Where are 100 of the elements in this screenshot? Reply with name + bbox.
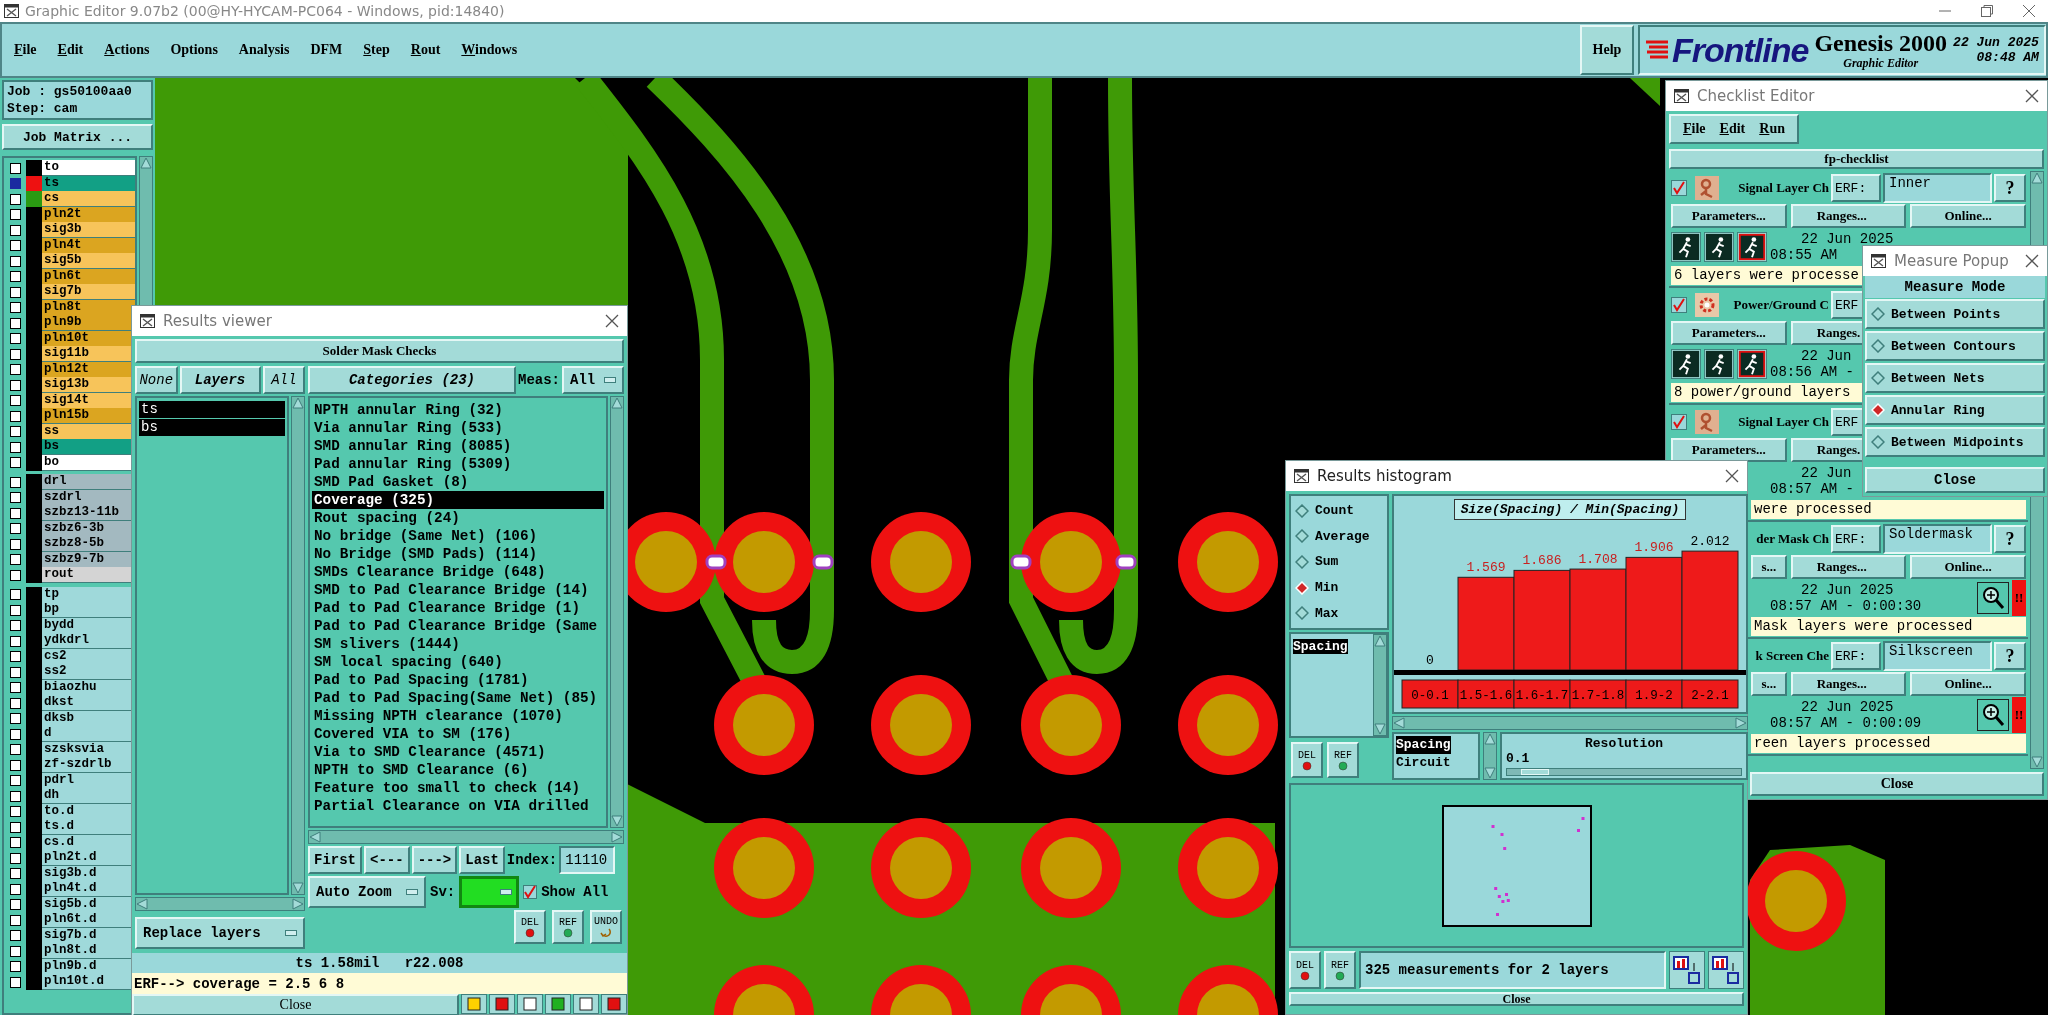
field-item[interactable]: Circuit	[1396, 754, 1451, 772]
layer-checkbox[interactable]	[9, 899, 21, 910]
layer-checkbox[interactable]	[9, 193, 21, 205]
layer-checkbox[interactable]	[9, 317, 21, 329]
check-button[interactable]: Parameters...	[1671, 321, 1787, 346]
category-item[interactable]: No Bridge (SMD Pads) (114)	[312, 545, 538, 563]
layer-checkbox[interactable]	[9, 554, 21, 565]
menu-item[interactable]: Edit	[1719, 121, 1746, 137]
radio-button[interactable]	[1295, 555, 1309, 569]
menu-item[interactable]: Step	[363, 42, 390, 58]
tool-icon[interactable]	[573, 994, 599, 1014]
check-button[interactable]: Ranges...	[1790, 672, 1907, 696]
layer-name[interactable]: sig5b	[42, 253, 135, 269]
menu-item[interactable]: Edit	[57, 42, 84, 58]
category-item[interactable]: SM local spacing (640)	[312, 653, 503, 671]
layer-checkbox[interactable]	[9, 224, 21, 236]
help-button[interactable]: ?	[1994, 642, 2026, 670]
arrow-icon[interactable]	[292, 898, 304, 910]
nav-button[interactable]: First	[308, 846, 362, 874]
erf-field[interactable]: Inner	[1883, 173, 1992, 203]
layer-checkbox[interactable]	[9, 255, 21, 267]
action-button[interactable]: UNDO	[590, 910, 622, 944]
zoom-icon[interactable]	[1977, 699, 2009, 731]
layer-checkbox[interactable]	[9, 852, 21, 864]
nav-button[interactable]: Last	[459, 846, 505, 874]
layer-checkbox[interactable]	[9, 395, 21, 406]
layer-checkbox[interactable]	[9, 837, 21, 848]
replace-layers-dropdown[interactable]: Replace layers	[135, 917, 305, 949]
running-figure-icon[interactable]	[1671, 232, 1701, 263]
radio-button[interactable]	[1295, 606, 1309, 621]
layer-item[interactable]: bs	[139, 419, 285, 436]
help-button[interactable]: Help	[1580, 25, 1634, 75]
layer-checkbox[interactable]	[9, 790, 21, 802]
arrow-icon[interactable]	[292, 397, 304, 409]
layer-checkbox[interactable]	[9, 538, 21, 550]
layer-name[interactable]: sig3b	[42, 222, 135, 238]
arrow-icon[interactable]	[611, 397, 623, 409]
category-item[interactable]: Pad annular Ring (5309)	[312, 455, 512, 473]
close-button[interactable]: Close	[1865, 467, 2045, 493]
check-button[interactable]: Ranges...	[1790, 204, 1907, 229]
menu-item[interactable]: File	[14, 42, 37, 58]
check-button[interactable]: Online...	[1910, 204, 2026, 229]
layer-checkbox[interactable]	[9, 682, 21, 693]
attribute-item[interactable]: Spacing	[1293, 639, 1348, 654]
close-icon[interactable]	[2025, 254, 2039, 268]
layer-checkbox[interactable]	[9, 914, 21, 926]
zoom-icon[interactable]	[1977, 582, 2009, 614]
category-item[interactable]: SMDs Clearance Bridge (648)	[312, 563, 546, 581]
field-item[interactable]: Spacing	[1396, 736, 1451, 754]
arrow-icon[interactable]	[1374, 723, 1386, 735]
scrollbar[interactable]	[1483, 732, 1497, 780]
category-item[interactable]: Rout spacing (24)	[312, 509, 460, 527]
radio-button[interactable]	[1871, 339, 1885, 353]
close-icon[interactable]	[2022, 4, 2036, 18]
arrow-icon[interactable]	[140, 157, 152, 169]
action-button[interactable]: REF	[1327, 742, 1359, 778]
category-item[interactable]: Covered VIA to SM (176)	[312, 725, 512, 743]
close-button[interactable]: Close	[1289, 992, 1744, 1006]
tool-icon[interactable]	[517, 994, 543, 1014]
menu-item[interactable]: Analysis	[238, 42, 290, 58]
action-button[interactable]: REF	[552, 910, 584, 944]
menu-item[interactable]: Options	[170, 42, 218, 58]
layer-checkbox[interactable]	[9, 271, 21, 282]
category-item[interactable]: No bridge (Same Net) (106)	[312, 527, 538, 545]
radio-button[interactable]	[1295, 529, 1309, 544]
running-figure-icon[interactable]	[1737, 349, 1767, 380]
layer-checkbox[interactable]	[9, 961, 21, 972]
arrow-icon[interactable]	[136, 898, 148, 910]
layer-checkbox[interactable]	[9, 635, 21, 647]
category-item[interactable]: Pad to Pad Spacing (1781)	[312, 671, 529, 689]
category-item[interactable]: SMD to Pad Clearance Bridge (14)	[312, 581, 589, 599]
category-item[interactable]: Via annular Ring (533)	[312, 419, 503, 437]
radio-button[interactable]	[1871, 435, 1885, 449]
scrollbar[interactable]	[135, 897, 305, 911]
check-button[interactable]: Parameters...	[1671, 204, 1787, 229]
layer-checkbox[interactable]	[9, 162, 21, 174]
layer-checkbox[interactable]	[9, 589, 21, 600]
layer-checkbox[interactable]	[9, 523, 21, 534]
close-icon[interactable]	[2025, 89, 2039, 103]
layer-checkbox[interactable]	[9, 945, 21, 957]
arrow-icon[interactable]	[1735, 717, 1747, 729]
scrollbar[interactable]	[1373, 634, 1387, 736]
layer-checkbox[interactable]	[9, 569, 21, 581]
layer-checkbox[interactable]	[9, 775, 21, 786]
arrow-icon[interactable]	[1374, 635, 1386, 647]
scrollbar[interactable]	[291, 396, 305, 895]
check-button[interactable]: Parameters...	[1671, 438, 1787, 463]
layer-checkbox[interactable]	[9, 821, 21, 833]
layer-checkbox[interactable]	[9, 744, 21, 755]
check-button[interactable]: s...	[1751, 672, 1787, 696]
measure-mode-option[interactable]: Between Points	[1865, 299, 2045, 329]
category-item[interactable]: Via to SMD Clearance (4571)	[312, 743, 546, 761]
category-item[interactable]: Partial Clearance on VIA drilled	[312, 797, 589, 815]
category-item[interactable]: SMD Pad Gasket (8)	[312, 473, 469, 491]
action-button[interactable]: REF	[1324, 951, 1356, 989]
scrollbar[interactable]	[610, 396, 624, 828]
layer-name[interactable]: to	[42, 160, 135, 176]
layer-filter-button[interactable]: None	[135, 366, 178, 394]
layer-checkbox[interactable]	[9, 507, 21, 519]
resolution-slider[interactable]	[1506, 768, 1742, 776]
